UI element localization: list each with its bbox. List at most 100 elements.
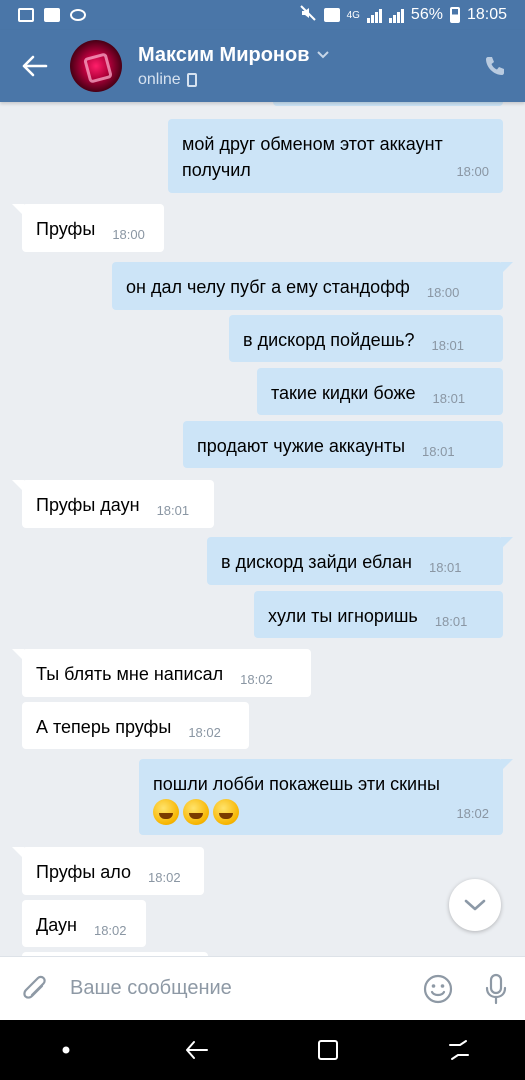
- system-icons: 4G 56% 18:05: [299, 4, 507, 27]
- network-type: 4G: [346, 9, 360, 21]
- message-time: 18:02: [93, 923, 127, 938]
- message-text: А теперь пруфы: [36, 717, 172, 737]
- message-time: 18:01: [432, 391, 466, 406]
- nfc-icon: [323, 8, 340, 22]
- message-bubble-in[interactable]: Пруфы 18:00: [12, 204, 164, 252]
- signal2-icon: [388, 7, 404, 23]
- message-bubble-out[interactable]: мой друг обменом этот аккаунт получил 18…: [168, 119, 503, 193]
- message-time: 18:02: [240, 672, 273, 687]
- signal-icon: [366, 7, 382, 23]
- chevron-down-icon: [316, 51, 329, 59]
- rofl-emoji-icon: [153, 799, 179, 825]
- message-time: 18:00: [112, 227, 145, 242]
- smiley-icon: [423, 974, 453, 1003]
- message-text: Ты блять мне написал: [36, 664, 224, 684]
- message-text: продают чужие аккаунты: [197, 436, 406, 456]
- dot-icon: [62, 1046, 70, 1054]
- message-text: пошли лобби покажешь эти скины: [153, 774, 440, 794]
- rofl-emoji-icon: [213, 799, 239, 825]
- message-bubble-in[interactable]: Пруфы ало 18:02: [12, 847, 204, 895]
- message-bubble-out[interactable]: он дал челу пубг а ему стандофф 18:00: [112, 262, 513, 310]
- message-input[interactable]: [70, 966, 409, 1011]
- battery-icon: [449, 7, 460, 23]
- contact-name-text: Максим Миронов: [138, 43, 310, 66]
- message-time: 18:00: [426, 285, 460, 300]
- home-icon: [318, 1040, 339, 1060]
- message-text: мой друг обменом этот аккаунт получил: [182, 134, 443, 180]
- message-bubble-in[interactable]: Ты блять мне написал 18:02: [12, 649, 311, 697]
- android-nav-bar: [0, 1020, 525, 1080]
- back-button[interactable]: [0, 30, 70, 102]
- message-bubble-in[interactable]: А теперь пруфы 18:02: [22, 702, 249, 749]
- chat-header: Максим Миронов online: [0, 30, 525, 102]
- back-icon: [185, 1041, 208, 1059]
- bubble-tail: [501, 262, 513, 274]
- discord-icon: [70, 9, 86, 21]
- message-composer: [0, 956, 525, 1020]
- contact-name[interactable]: Максим Миронов: [138, 44, 330, 67]
- phone-icon: [486, 57, 504, 75]
- message-text: хули ты игноришь: [268, 606, 418, 626]
- rofl-emoji-icon: [183, 799, 209, 825]
- notification-icons: [18, 8, 86, 22]
- bubble-tail: [12, 649, 24, 661]
- message-bubble-out[interactable]: хули ты игноришь 18:01: [254, 591, 503, 638]
- message-text: он дал челу пубг а ему стандофф: [126, 277, 410, 297]
- status-bar: 4G 56% 18:05: [0, 0, 525, 30]
- message-text: в дискорд пойдешь?: [243, 330, 415, 350]
- message-bubble-partial: [273, 102, 503, 106]
- message-bubble-out[interactable]: пошли лобби покажешь эти скины 18:02: [139, 759, 513, 835]
- message-time: 18:01: [422, 444, 455, 459]
- mail-icon: [44, 8, 60, 22]
- emoji-row: [153, 799, 489, 825]
- message-bubble-out[interactable]: продают чужие аккаунты 18:01: [183, 421, 503, 468]
- nav-back-button[interactable]: [167, 1020, 227, 1080]
- call-button[interactable]: [465, 30, 525, 102]
- message-bubble-in[interactable]: Даун 18:02: [22, 900, 146, 947]
- message-time: 18:01: [434, 614, 468, 629]
- mobile-icon: [186, 72, 197, 87]
- nav-dot-button[interactable]: [36, 1020, 96, 1080]
- nav-home-button[interactable]: [298, 1020, 358, 1080]
- back-arrow-icon: [22, 55, 48, 77]
- gallery-icon: [18, 8, 34, 22]
- message-time: 18:02: [148, 870, 181, 885]
- message-bubble-in[interactable]: Пруфы даун 18:01: [12, 480, 214, 528]
- message-time: 18:02: [188, 725, 221, 740]
- bubble-tail: [501, 759, 513, 771]
- message-text: Даун: [36, 915, 77, 935]
- message-time: 18:02: [456, 806, 489, 821]
- message-time: 18:00: [456, 164, 489, 179]
- clock: 18:05: [466, 6, 507, 23]
- message-time: 18:01: [156, 503, 190, 518]
- contact-status: online: [138, 71, 330, 89]
- nav-recents-button[interactable]: [429, 1020, 489, 1080]
- paperclip-icon: [23, 975, 46, 999]
- message-text: Пруфы ало: [36, 862, 132, 882]
- message-bubble-out[interactable]: такие кидки боже 18:01: [257, 368, 503, 415]
- attach-button[interactable]: [0, 957, 70, 1021]
- message-text: Пруфы: [36, 219, 96, 239]
- message-text: Пруфы даун: [36, 495, 140, 515]
- message-text: такие кидки боже: [271, 383, 416, 403]
- recents-icon: [449, 1040, 470, 1060]
- message-time: 18:01: [431, 338, 465, 353]
- mic-button[interactable]: [467, 957, 525, 1021]
- bubble-tail: [12, 847, 24, 859]
- message-text: в дискорд зайди еблан: [221, 552, 412, 572]
- mute-icon: [299, 4, 317, 27]
- message-time: 18:01: [428, 560, 462, 575]
- message-bubble-out[interactable]: в дискорд зайди еблан 18:01: [207, 537, 513, 585]
- scroll-down-button[interactable]: [449, 879, 501, 931]
- microphone-icon: [485, 973, 507, 1004]
- chevron-down-icon: [464, 899, 486, 911]
- message-list[interactable]: мой друг обменом этот аккаунт получил 18…: [0, 102, 525, 956]
- bubble-tail: [12, 204, 24, 216]
- online-status: online: [138, 70, 181, 88]
- emoji-button[interactable]: [409, 957, 467, 1021]
- battery-percent: 56%: [410, 6, 443, 23]
- bubble-tail: [501, 537, 513, 549]
- chat-title[interactable]: Максим Миронов online: [138, 44, 330, 89]
- message-bubble-out[interactable]: в дискорд пойдешь? 18:01: [229, 315, 503, 362]
- avatar[interactable]: [70, 40, 122, 92]
